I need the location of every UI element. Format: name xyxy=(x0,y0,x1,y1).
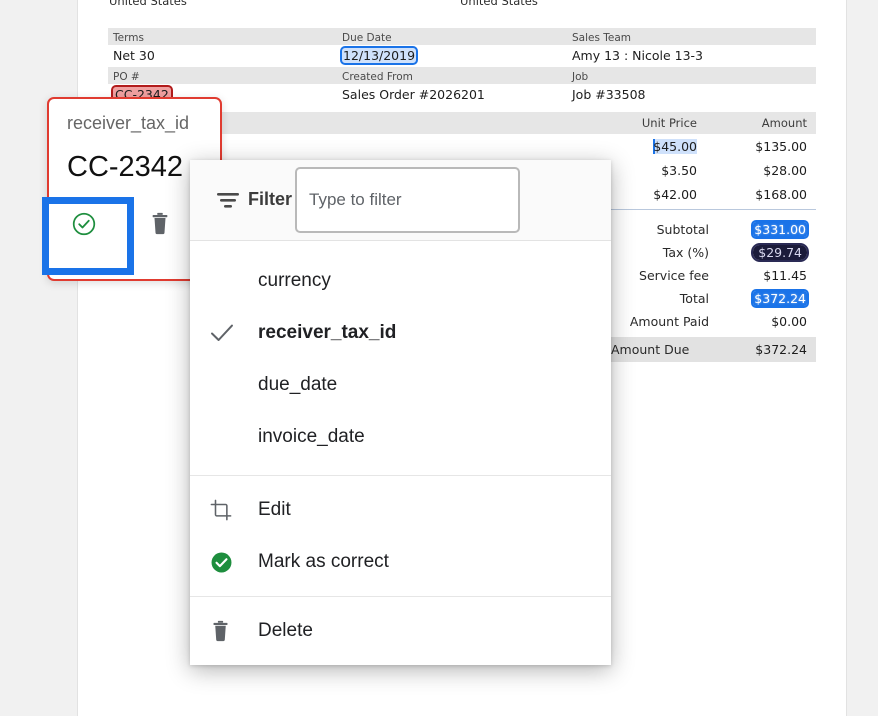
meta-header-due-date: Due Date xyxy=(342,31,392,44)
meta-value-terms: Net 30 xyxy=(113,48,155,63)
total-row-total: Total $372.24 xyxy=(602,287,816,310)
invoice-meta-table: Terms Due Date Sales Team Net 30 12/13/2… xyxy=(108,28,816,106)
menu-item-label: due_date xyxy=(258,374,338,395)
amount-due-row: Amount Due $372.24 xyxy=(602,337,816,362)
crop-icon xyxy=(210,499,258,521)
menu-field-options: currency receiver_tax_id due_date invoic… xyxy=(190,241,611,475)
total-value[interactable]: $372.24 xyxy=(751,289,809,308)
meta-header-row-1: Terms Due Date Sales Team xyxy=(108,28,816,45)
filter-label: Filter xyxy=(248,189,293,209)
li-header-unit-price: Unit Price xyxy=(641,116,697,130)
menu-item-label: invoice_date xyxy=(258,426,365,447)
field-key-label: receiver_tax_id xyxy=(67,113,190,133)
menu-item-mark-as-correct[interactable]: Mark as correct xyxy=(190,536,611,588)
trash-icon xyxy=(149,212,171,236)
menu-filter-header: Filter xyxy=(190,160,611,241)
total-row-subtotal: Subtotal $331.00 xyxy=(602,218,816,241)
li-amount: $168.00 xyxy=(755,186,807,202)
meta-header-row-2: PO # Created From Job xyxy=(108,67,816,84)
menu-item-currency[interactable]: currency xyxy=(190,255,611,307)
menu-destructive-actions: Delete xyxy=(190,597,611,665)
li-unit-price: $42.00 xyxy=(653,186,697,202)
total-label: Service fee xyxy=(639,268,709,283)
menu-item-delete[interactable]: Delete xyxy=(190,605,611,657)
menu-item-label: currency xyxy=(258,270,331,291)
li-amount: $135.00 xyxy=(755,138,807,154)
filter-input-wrapper[interactable] xyxy=(295,167,520,233)
meta-value-job: Job #33508 xyxy=(572,87,646,102)
total-label: Total xyxy=(679,291,709,306)
amount-due-label: Amount Due xyxy=(611,342,690,357)
total-label: Subtotal xyxy=(656,222,709,237)
total-value: $0.00 xyxy=(771,314,807,329)
field-card-actions xyxy=(67,207,177,241)
menu-actions: Edit Mark as correct xyxy=(190,476,611,596)
menu-item-label: receiver_tax_id xyxy=(258,322,397,343)
li-header-amount: Amount xyxy=(761,116,807,130)
trash-icon xyxy=(210,620,258,643)
menu-item-due-date[interactable]: due_date xyxy=(190,359,611,411)
field-context-menu: Filter currency receiver_tax_id due_date… xyxy=(190,160,611,665)
delete-field-button[interactable] xyxy=(143,207,177,241)
meta-value-sales-team: Amy 13 : Nicole 13-3 xyxy=(572,48,704,63)
menu-item-receiver-tax-id[interactable]: receiver_tax_id xyxy=(190,307,611,359)
total-value[interactable]: $331.00 xyxy=(751,220,809,239)
meta-header-terms: Terms xyxy=(113,31,144,44)
address-left: United States xyxy=(109,0,187,8)
filter-input[interactable] xyxy=(297,190,518,210)
total-label: Tax (%) xyxy=(662,245,709,260)
filter-icon xyxy=(217,192,239,210)
address-row: United States United States xyxy=(78,0,846,8)
totals-divider xyxy=(602,209,816,210)
li-unit-price[interactable]: $45.00 xyxy=(653,138,697,154)
menu-item-edit[interactable]: Edit xyxy=(190,484,611,536)
approve-field-button[interactable] xyxy=(67,207,101,241)
total-value[interactable]: $29.74 xyxy=(751,243,809,262)
meta-header-job: Job xyxy=(572,70,589,83)
menu-item-label: Edit xyxy=(258,499,291,520)
field-value-text: CC-2342 xyxy=(67,151,184,183)
menu-item-invoice-date[interactable]: invoice_date xyxy=(190,411,611,463)
li-amount: $28.00 xyxy=(763,162,807,178)
meta-value-created-from: Sales Order #2026201 xyxy=(342,87,485,102)
total-row-amount-paid: Amount Paid $0.00 xyxy=(602,310,816,333)
total-value: $11.45 xyxy=(763,268,807,283)
address-right: United States xyxy=(460,0,538,8)
meta-value-due-date[interactable]: 12/13/2019 xyxy=(339,46,419,65)
menu-item-label: Mark as correct xyxy=(258,551,389,572)
check-circle-outline-icon xyxy=(71,211,97,237)
meta-value-row-1: Net 30 12/13/2019 Amy 13 : Nicole 13-3 xyxy=(108,45,816,67)
total-row-service-fee: Service fee $11.45 xyxy=(602,264,816,287)
meta-header-created-from: Created From xyxy=(342,70,413,83)
li-unit-price: $3.50 xyxy=(661,162,697,178)
checkmark-icon xyxy=(210,323,258,343)
total-row-tax: Tax (%) $29.74 xyxy=(602,241,816,264)
amount-due-value: $372.24 xyxy=(755,342,807,357)
menu-item-label: Delete xyxy=(258,620,313,641)
totals-block: Subtotal $331.00 Tax (%) $29.74 Service … xyxy=(602,218,816,362)
check-circle-filled-icon xyxy=(210,551,258,574)
total-label: Amount Paid xyxy=(629,314,709,329)
meta-header-po: PO # xyxy=(113,70,140,83)
meta-header-sales-team: Sales Team xyxy=(572,31,632,44)
